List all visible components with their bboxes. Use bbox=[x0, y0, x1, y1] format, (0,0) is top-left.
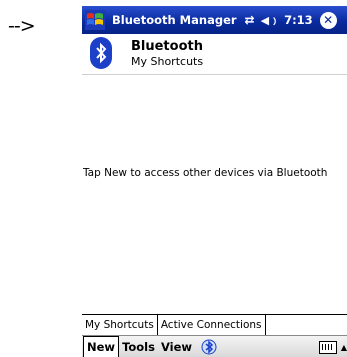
view-menu[interactable]: View bbox=[158, 337, 195, 357]
tab-my-shortcuts[interactable]: My Shortcuts bbox=[82, 315, 158, 335]
close-icon[interactable]: ✕ bbox=[319, 11, 337, 29]
volume-icon[interactable]: ◀﹚ bbox=[261, 12, 280, 28]
annotation-arrow: --> bbox=[8, 15, 36, 37]
header-subtitle: My Shortcuts bbox=[131, 55, 204, 68]
new-menu[interactable]: New bbox=[83, 336, 120, 357]
tab-strip: My Shortcuts Active Connections bbox=[82, 314, 347, 336]
keyboard-icon[interactable] bbox=[318, 340, 337, 354]
bluetooth-tray-icon[interactable] bbox=[201, 339, 217, 355]
title-bar: Bluetooth Manager ⇄ ◀﹚ 7:13 ✕ bbox=[82, 6, 347, 34]
input-selector-arrow-icon[interactable]: ▲ bbox=[341, 343, 347, 352]
header-title: Bluetooth bbox=[131, 39, 203, 54]
shortcuts-list[interactable]: Tap New to access other devices via Blue… bbox=[82, 75, 347, 315]
menu-bar: New Tools View ▲ bbox=[82, 335, 347, 357]
empty-hint-text: Tap New to access other devices via Blue… bbox=[83, 167, 328, 179]
app-header: Bluetooth My Shortcuts bbox=[82, 34, 347, 75]
tab-active-connections[interactable]: Active Connections bbox=[157, 315, 266, 335]
tools-menu[interactable]: Tools bbox=[119, 337, 158, 357]
windows-start-icon[interactable] bbox=[84, 9, 106, 31]
bluetooth-logo-icon bbox=[90, 37, 112, 69]
clock[interactable]: 7:13 bbox=[284, 13, 313, 27]
pocketpc-screen: Bluetooth Manager ⇄ ◀﹚ 7:13 ✕ Bluetooth … bbox=[82, 6, 347, 357]
connectivity-icon[interactable]: ⇄ bbox=[245, 13, 255, 27]
window-title: Bluetooth Manager bbox=[112, 13, 237, 27]
